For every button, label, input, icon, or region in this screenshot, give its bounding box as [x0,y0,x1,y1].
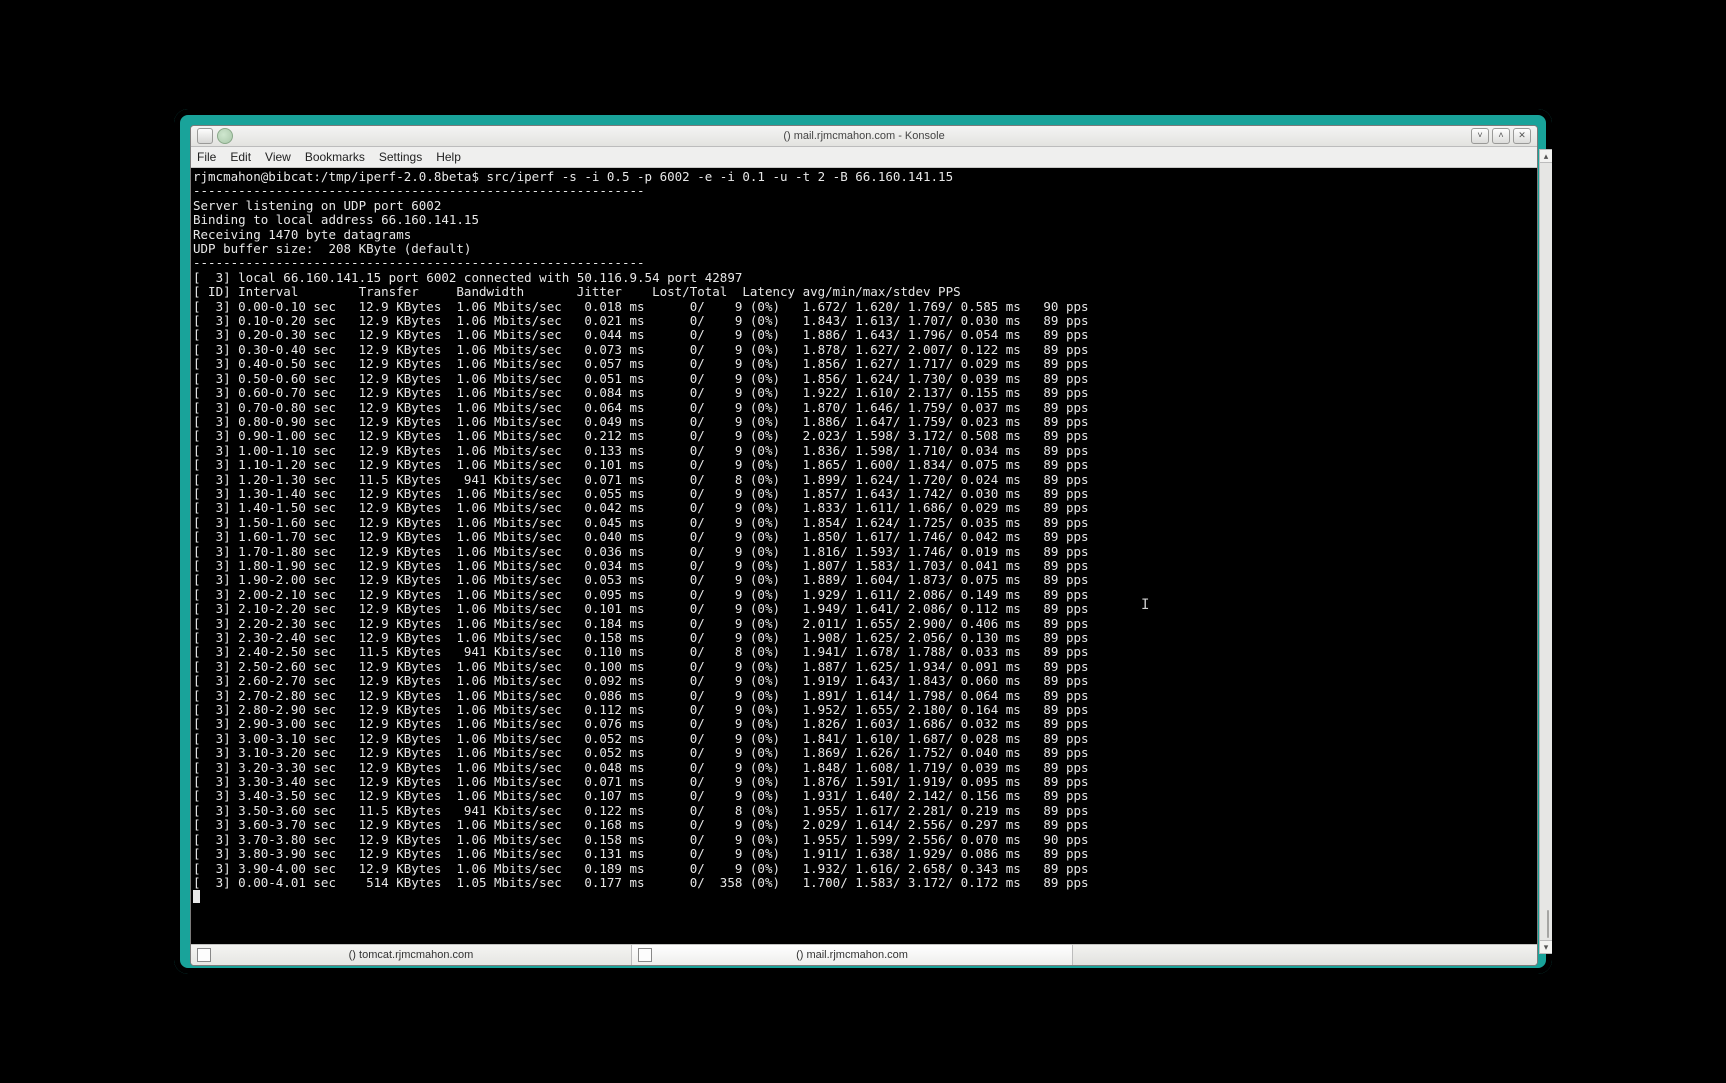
close-button[interactable]: ✕ [1513,128,1531,144]
text-cursor-icon: I [1141,598,1149,612]
tab-tomcat[interactable]: () tomcat.rjmcmahon.com [191,945,632,965]
menu-edit[interactable]: Edit [230,150,251,164]
terminal-cursor [193,890,200,903]
menu-bookmarks[interactable]: Bookmarks [305,150,365,164]
konsole-window: () mail.rjmcmahon.com - Konsole ˅ ˄ ✕ Fi… [190,125,1538,966]
window-title: () mail.rjmcmahon.com - Konsole [191,130,1537,142]
menu-view[interactable]: View [265,150,291,164]
window-shade-icon[interactable] [217,128,233,144]
desktop-frame: () mail.rjmcmahon.com - Konsole ˅ ˄ ✕ Fi… [174,109,1552,974]
tab-label: () tomcat.rjmcmahon.com [349,949,474,961]
menu-help[interactable]: Help [436,150,461,164]
window-menu-icon[interactable] [197,128,213,144]
terminal-icon [638,948,652,962]
menu-settings[interactable]: Settings [379,150,422,164]
minimize-button[interactable]: ˅ [1471,128,1489,144]
tabbar[interactable]: () tomcat.rjmcmahon.com () mail.rjmcmaho… [191,944,1537,965]
scroll-down-icon[interactable]: ▾ [1540,940,1552,954]
vertical-scrollbar[interactable]: ▴ ▾ [1539,149,1552,954]
menubar[interactable]: File Edit View Bookmarks Settings Help [191,147,1537,168]
titlebar[interactable]: () mail.rjmcmahon.com - Konsole ˅ ˄ ✕ [191,126,1537,147]
scroll-up-icon[interactable]: ▴ [1540,149,1552,163]
tab-label: () mail.rjmcmahon.com [796,949,908,961]
menu-file[interactable]: File [197,150,216,164]
terminal-output[interactable]: rjmcmahon@bibcat:/tmp/iperf-2.0.8beta$ s… [191,168,1537,944]
terminal-icon [197,948,211,962]
maximize-button[interactable]: ˄ [1492,128,1510,144]
scrollbar-thumb[interactable] [1547,910,1549,938]
tab-mail[interactable]: () mail.rjmcmahon.com [632,945,1073,965]
